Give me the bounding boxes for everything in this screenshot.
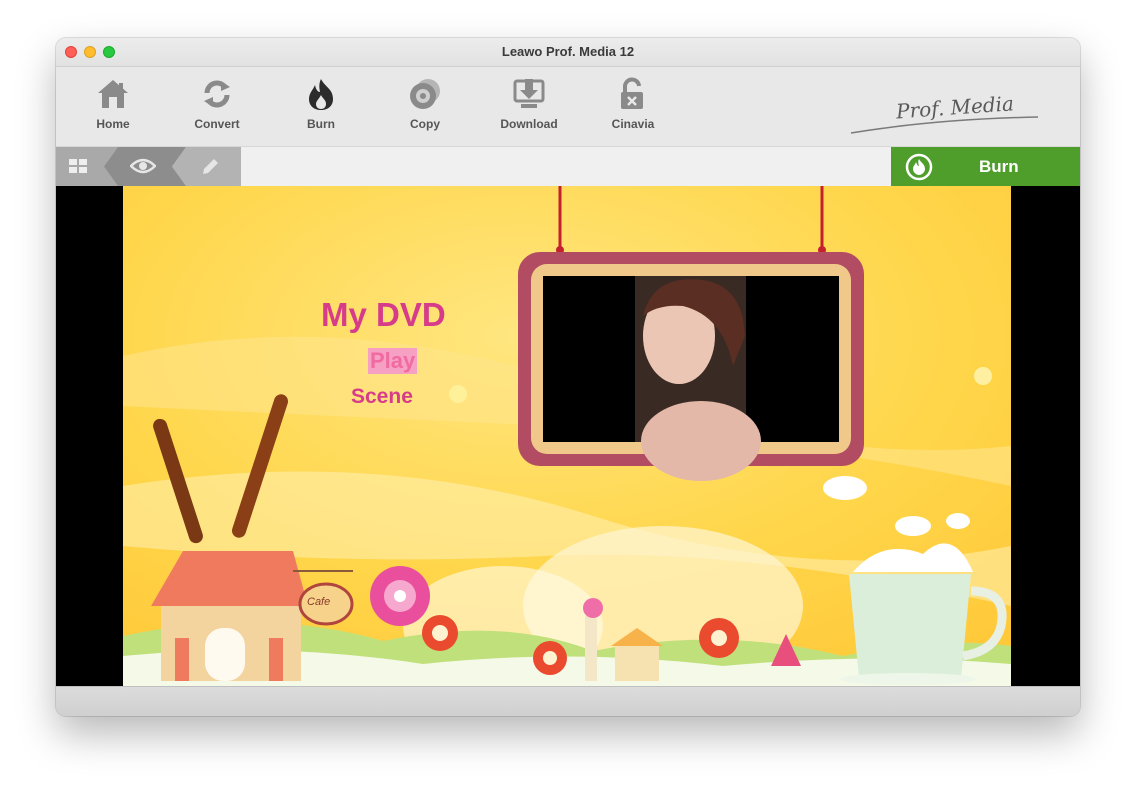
toolbar-convert-button[interactable]: Convert [172,77,262,139]
burn-flame-icon [309,79,333,110]
brand-logo: Prof. Media [846,77,1046,137]
toolbar-burn-label: Burn [307,117,335,131]
edit-pencil-icon[interactable] [200,157,220,177]
burn-button[interactable]: Burn [891,147,1080,186]
main-toolbar: Home Convert Burn Copy Download Cinavia … [56,67,1080,146]
video-thumbnail-portrait [635,276,761,481]
toolbar-download-label: Download [500,117,558,131]
burn-button-label: Burn [979,157,1019,176]
app-window: Leawo Prof. Media 12 Home Convert Burn C… [56,38,1080,716]
house-illustration [151,551,308,681]
burn-button-icon [905,153,933,181]
convert-icon [204,80,230,108]
toolbar-cinavia-label: Cinavia [611,117,655,131]
toolbar-cinavia-button[interactable]: Cinavia [588,77,678,139]
window-title: Leawo Prof. Media 12 [501,44,635,59]
download-icon [513,79,545,108]
preview-eye-icon[interactable] [130,157,156,175]
status-bar [56,686,1080,716]
toolbar-burn-button[interactable]: Burn [276,77,366,139]
grid-view-icon[interactable] [68,158,88,174]
preview-stage: My DVD Play Scene Cafe [56,186,1080,686]
cinavia-lock-icon [621,77,643,109]
toolbar-convert-label: Convert [194,117,240,131]
toolbar-copy-button[interactable]: Copy [380,77,470,139]
dvd-menu-scene-button[interactable]: Scene [351,385,413,409]
dvd-menu-preview: My DVD Play Scene Cafe [123,186,1011,686]
dvd-menu-play-button[interactable]: Play [368,348,418,374]
dvd-menu-title: My DVD [321,296,446,333]
toolbar-home-label: Home [96,117,130,131]
toolbar-home-button[interactable]: Home [68,77,158,139]
toolbar-copy-label: Copy [410,117,440,131]
copy-disc-icon [410,79,440,109]
cafe-sign-text: Cafe [307,596,331,608]
toolbar-download-button[interactable]: Download [484,77,574,139]
title-bar: Leawo Prof. Media 12 [56,38,1080,67]
dvd-menu-background [123,186,1011,686]
home-icon [98,80,128,108]
mode-bar: Burn [56,146,1080,187]
